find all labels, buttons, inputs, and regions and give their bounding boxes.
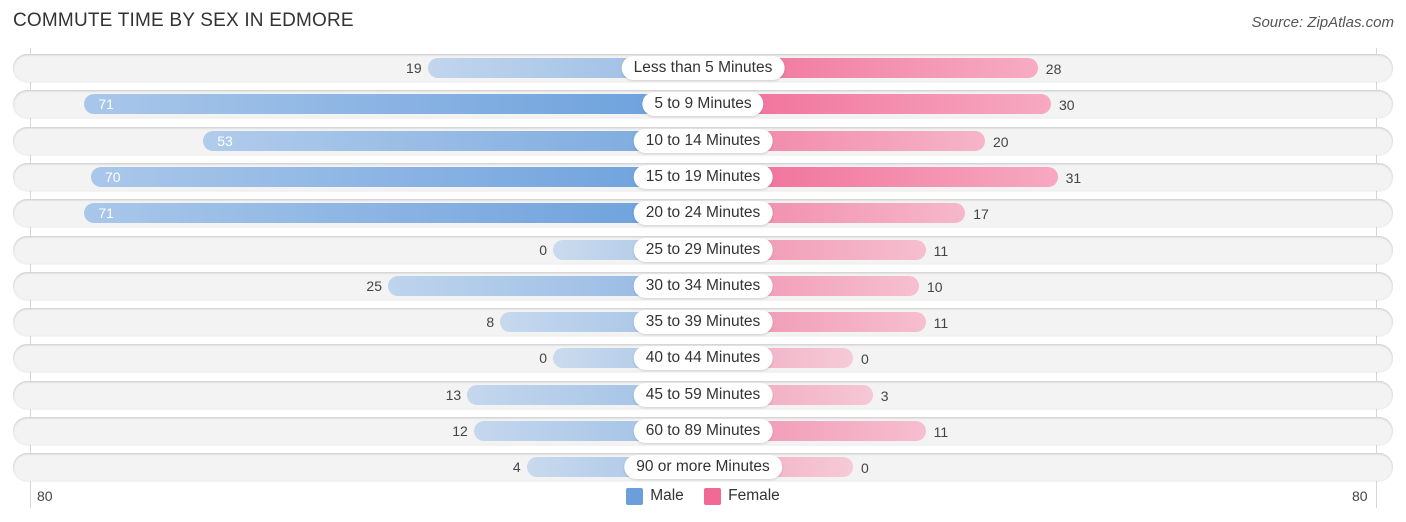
category-label: 45 to 59 Minutes (633, 382, 773, 407)
legend-item-male[interactable]: Male (626, 487, 684, 505)
category-label: 25 to 29 Minutes (633, 237, 773, 262)
value-label-male: 70 (105, 168, 121, 185)
value-label-male: 71 (98, 96, 114, 113)
value-label-male: 19 (406, 60, 422, 76)
chart-title: COMMUTE TIME BY SEX IN EDMORE (13, 10, 354, 31)
value-label-male: 4 (512, 459, 521, 476)
value-label-male: 13 (445, 386, 462, 403)
category-label: 35 to 39 Minutes (633, 310, 773, 335)
value-label-female: 28 (1045, 61, 1062, 77)
category-label: 5 to 9 Minutes (642, 92, 764, 117)
value-label-female: 0 (861, 460, 869, 477)
category-label: 10 to 14 Minutes (633, 128, 773, 153)
value-label-male: 0 (539, 241, 547, 258)
legend-label-male: Male (650, 487, 684, 504)
female-swatch-icon (704, 487, 722, 505)
value-label-male: 8 (486, 314, 495, 331)
value-label-female: 0 (861, 351, 869, 368)
value-label-female: 11 (933, 242, 949, 259)
category-label: 40 to 44 Minutes (633, 346, 773, 371)
value-label-male: 71 (98, 205, 114, 222)
value-label-female: 11 (933, 315, 949, 332)
bar-male[interactable] (203, 130, 703, 151)
value-label-female: 31 (1065, 169, 1082, 186)
category-label: 60 to 89 Minutes (633, 419, 773, 443)
category-label: 15 to 19 Minutes (633, 164, 773, 189)
value-label-female: 30 (1059, 97, 1075, 114)
value-label-male: 12 (452, 423, 468, 439)
male-swatch-icon (626, 487, 644, 505)
category-label: 90 or more Minutes (624, 455, 782, 480)
category-label: 30 to 34 Minutes (633, 273, 773, 298)
source-label: Source: ZipAtlas.com (1251, 14, 1394, 31)
legend-item-female[interactable]: Female (704, 487, 780, 505)
category-label: Less than 5 Minutes (621, 56, 785, 80)
value-label-male: 53 (217, 132, 233, 149)
bar-male[interactable] (84, 203, 703, 224)
value-label-male: 0 (539, 350, 547, 367)
legend-label-female: Female (728, 487, 780, 504)
legend: Male Female (0, 487, 1406, 510)
value-label-female: 3 (880, 387, 889, 404)
value-label-female: 17 (973, 206, 989, 223)
bar-male[interactable] (84, 94, 703, 115)
value-label-female: 20 (993, 133, 1009, 150)
value-label-female: 10 (927, 278, 943, 295)
value-label-female: 11 (933, 424, 949, 440)
category-label: 20 to 24 Minutes (633, 201, 773, 226)
value-label-male: 25 (366, 277, 382, 294)
bar-male[interactable] (91, 166, 703, 187)
